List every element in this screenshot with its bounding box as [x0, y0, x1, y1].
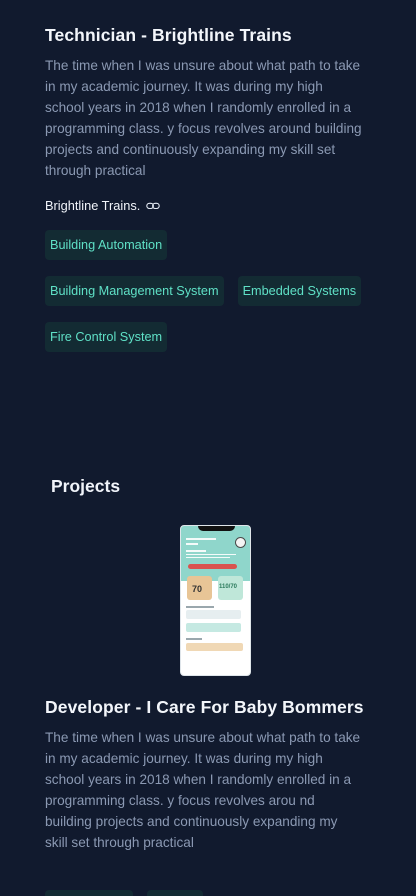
project-entry: Developer - I Care For Baby Bommers The … — [45, 696, 375, 853]
company-link[interactable]: Brightline Trains. — [45, 198, 375, 213]
daily-stats-bar — [186, 643, 243, 651]
blood-pressure-value: 110/70 — [219, 584, 238, 590]
job-description: The time when I was unsure about what pa… — [45, 58, 362, 178]
text-line — [186, 554, 236, 555]
text-line — [186, 550, 206, 552]
heart-rate-card: 70 — [187, 576, 212, 600]
skill-tag: Fire Control System — [45, 322, 168, 352]
greeting-line — [186, 543, 198, 545]
project-description: The time when I was unsure about what pa… — [45, 730, 361, 850]
medication-row — [186, 610, 241, 619]
skill-tag: Embedded Systems — [237, 276, 362, 306]
project-title: Developer - I Care For Baby Bommers — [45, 697, 364, 717]
section-label — [186, 638, 202, 640]
medication-row — [186, 623, 241, 632]
blood-pressure-card: 110/70 — [218, 576, 243, 600]
skill-tag: Building Management System — [45, 276, 224, 306]
phone-notch — [198, 526, 235, 531]
company-name[interactable]: Brightline Trains. — [45, 198, 140, 213]
section-label — [186, 606, 214, 608]
projects-heading: Projects — [51, 476, 121, 496]
alert-button — [188, 564, 237, 569]
skill-tags: Building Automation Building Management … — [45, 230, 375, 352]
job-title: Technician - Brightline Trains — [45, 25, 292, 45]
skill-tag: Building Automation — [45, 230, 168, 260]
text-line — [186, 557, 230, 558]
link-icon[interactable] — [146, 201, 161, 211]
project-screenshot[interactable]: 70 110/70 — [180, 525, 251, 676]
avatar — [235, 537, 246, 548]
skill-tag-cutoff — [45, 890, 133, 896]
skill-tag-cutoff — [147, 890, 203, 896]
greeting-line — [186, 538, 216, 540]
project-tags — [45, 890, 203, 896]
phone-app-header — [181, 526, 250, 581]
portfolio-page: Technician - Brightline Trains The time … — [0, 0, 416, 896]
experience-entry: Technician - Brightline Trains The time … — [45, 24, 375, 352]
heart-rate-value: 70 — [192, 584, 203, 594]
